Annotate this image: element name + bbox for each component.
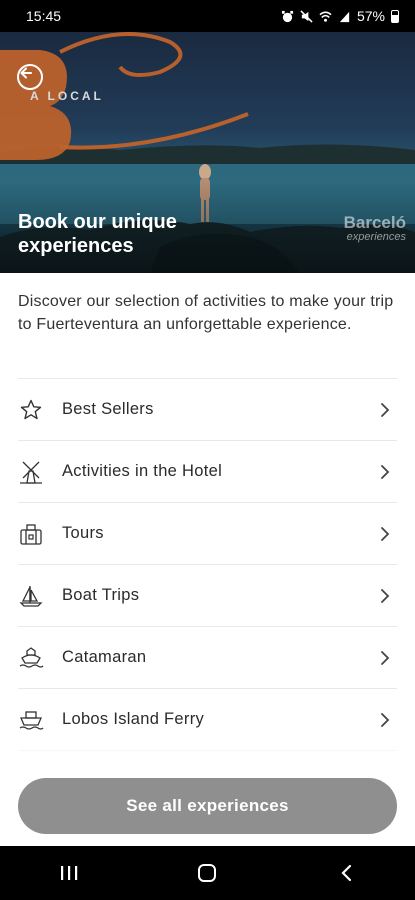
- status-icons: 57%: [281, 8, 399, 24]
- category-label: Tours: [62, 524, 104, 542]
- intro-text: Discover our selection of activities to …: [18, 293, 394, 333]
- home-icon: [198, 864, 217, 882]
- battery-icon: [391, 9, 399, 23]
- hero-badge-text: A LOCAL: [30, 89, 104, 103]
- sailboat-icon: [18, 583, 44, 609]
- chevron-right-icon: [379, 588, 391, 604]
- brand-logo: Barceló experiences: [343, 213, 406, 244]
- recent-apps-icon: [61, 866, 78, 880]
- navigation-bar: [0, 846, 415, 900]
- windmill-icon: [18, 459, 44, 485]
- chevron-right-icon: [379, 526, 391, 542]
- category-item-tours[interactable]: Tours: [18, 502, 397, 564]
- alarm-icon: [281, 10, 294, 22]
- mute-icon: [300, 9, 313, 23]
- chevron-right-icon: [379, 464, 391, 480]
- status-bar: 15:45 57%: [0, 0, 415, 32]
- see-all-experiences-button[interactable]: See all experiences: [18, 778, 397, 834]
- battery-percent: 57%: [356, 8, 385, 24]
- signal-icon: [339, 11, 350, 22]
- home-button[interactable]: [187, 853, 227, 893]
- chevron-right-icon: [379, 712, 391, 728]
- luggage-icon: [18, 521, 44, 547]
- category-label: Best Sellers: [62, 400, 154, 418]
- category-label: Catamaran: [62, 648, 147, 666]
- brand-subtitle: experiences: [346, 231, 406, 243]
- category-list: Best Sellers Activities in the Hotel Tou…: [0, 378, 415, 812]
- category-label: Boat Trips: [62, 586, 140, 604]
- chevron-right-icon: [379, 402, 391, 418]
- recent-apps-button[interactable]: [49, 853, 89, 893]
- page-title: Book our unique experiences: [18, 211, 177, 257]
- hero-banner: A LOCAL Book our unique experiences Barc…: [0, 32, 415, 273]
- brand-name: Barceló: [343, 213, 406, 232]
- back-nav-button[interactable]: [326, 853, 366, 893]
- status-time: 15:45: [26, 8, 62, 24]
- category-item-catamaran[interactable]: Catamaran: [18, 626, 397, 688]
- category-label: Activities in the Hotel: [62, 462, 223, 480]
- back-icon: [341, 864, 351, 882]
- chevron-right-icon: [379, 650, 391, 666]
- category-label: Lobos Island Ferry: [62, 710, 205, 728]
- category-item-activities-hotel[interactable]: Activities in the Hotel: [18, 440, 397, 502]
- category-item-best-sellers[interactable]: Best Sellers: [18, 378, 397, 440]
- category-item-lobos-ferry[interactable]: Lobos Island Ferry: [18, 688, 397, 750]
- ferry-icon: [18, 707, 44, 733]
- back-button[interactable]: [17, 64, 43, 90]
- star-icon: [18, 397, 44, 423]
- wifi-icon: [319, 11, 332, 22]
- arrow-left-icon: [20, 67, 32, 79]
- category-item-boat-trips[interactable]: Boat Trips: [18, 564, 397, 626]
- catamaran-icon: [18, 645, 44, 671]
